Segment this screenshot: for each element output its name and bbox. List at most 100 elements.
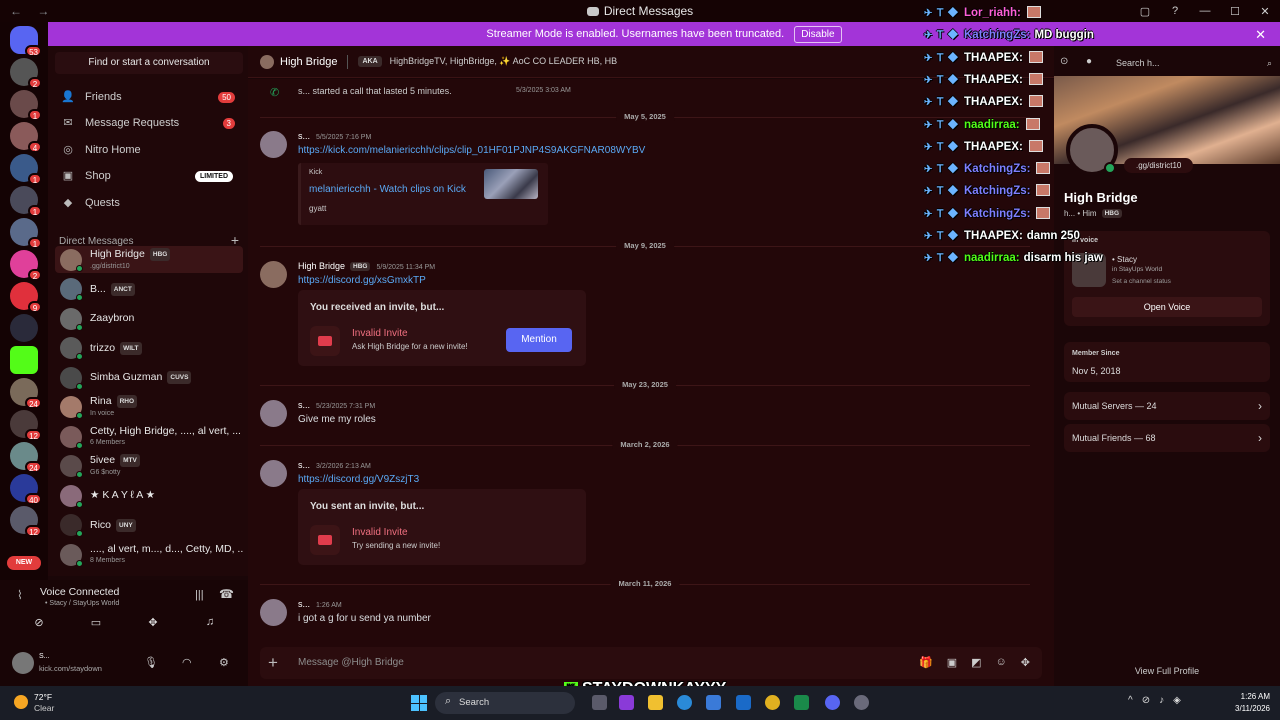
server-icon[interactable]: 9 (10, 282, 42, 313)
discord-taskbar-icon[interactable] (825, 695, 840, 710)
minimize-button[interactable]: — (1190, 5, 1220, 17)
dm-list-item[interactable]: Rina RHO In voice (55, 394, 243, 421)
inbox-icon[interactable]: ▢ (1130, 5, 1160, 18)
avatar[interactable] (260, 599, 287, 626)
noise-suppression-icon[interactable]: ||| (195, 589, 204, 601)
dm-list-item[interactable]: ★ K A Y ℓ A ★ (55, 482, 243, 509)
task-view-icon[interactable] (592, 695, 607, 710)
find-conversation-button[interactable]: Find or start a conversation (55, 52, 243, 74)
avatar[interactable] (260, 460, 287, 487)
edge-icon[interactable] (677, 695, 692, 710)
screen-share-icon[interactable]: ▭ (83, 616, 109, 634)
server-icon[interactable]: 2 (10, 250, 42, 281)
dm-list-item[interactable]: Rico UNY (55, 512, 243, 539)
mail-app-icon[interactable] (736, 695, 751, 710)
chrome-icon[interactable] (765, 695, 780, 710)
file-explorer-icon[interactable] (648, 695, 663, 710)
server-icon[interactable]: 12 (10, 410, 42, 441)
gift-icon[interactable]: 🎁 (919, 656, 933, 669)
voice-channel-label[interactable]: • Stacy / StayUps World (45, 600, 119, 607)
dm-list-item[interactable]: 5ivee MTV G6 $notty (55, 453, 243, 480)
channel-status-label[interactable]: Set a channel status (1112, 278, 1171, 285)
embed-title[interactable]: melaniericchh - Watch clips on Kick (309, 184, 466, 195)
embed-thumbnail[interactable] (484, 169, 538, 199)
message-link[interactable]: https://kick.com/melaniericchh/clips/cli… (298, 145, 645, 156)
message-input[interactable]: + Message @High Bridge 🎁 ▣ ◩ ☺ ✥ (260, 647, 1042, 679)
message-link[interactable]: https://discord.gg/V9ZszjT3 (298, 474, 419, 485)
taskbar-search[interactable]: ⌕ Search (435, 692, 575, 714)
avatar[interactable] (12, 652, 34, 674)
author-name[interactable]: s... (298, 131, 310, 141)
activities-icon[interactable]: ✥ (140, 616, 166, 634)
dm-list-item[interactable]: Simba Guzman CUVS (55, 364, 243, 391)
author-name[interactable]: s... (298, 460, 310, 470)
mention-button[interactable]: Mention (506, 328, 572, 352)
sticker-icon[interactable]: ◩ (971, 656, 981, 669)
store-icon[interactable] (706, 695, 721, 710)
server-icon[interactable]: 24 (10, 442, 42, 473)
author-name[interactable]: High Bridge (298, 261, 345, 271)
view-full-profile-link[interactable]: View Full Profile (1054, 666, 1280, 676)
author-name[interactable]: s... (298, 400, 310, 410)
sidebar-item-message-requests[interactable]: ✉ Message Requests 3 (55, 110, 243, 136)
apps-icon[interactable]: ✥ (1021, 656, 1030, 669)
open-voice-button[interactable]: Open Voice (1072, 297, 1262, 317)
signal-icon[interactable]: ⌇ (17, 588, 23, 602)
avatar[interactable] (260, 261, 287, 288)
server-icon[interactable]: 1 (10, 218, 42, 249)
settings-app-icon[interactable] (854, 695, 869, 710)
banner-close-icon[interactable]: ✕ (1255, 27, 1266, 43)
gif-icon[interactable]: ▣ (947, 656, 957, 669)
windows-start-icon[interactable] (411, 695, 427, 711)
settings-gear-icon[interactable]: ⚙ (219, 656, 229, 669)
system-tray[interactable]: ^⊘♪◈ (1128, 695, 1190, 706)
embed-provider[interactable]: Kick (309, 169, 322, 176)
message-link[interactable]: https://discord.gg/xsGmxkTP (298, 275, 426, 286)
camera-off-icon[interactable]: ⊘ (26, 616, 52, 634)
server-icon[interactable] (10, 314, 38, 342)
emoji-icon[interactable]: ☺ (996, 656, 1007, 669)
dm-list-item[interactable]: B... ANCT (55, 276, 243, 303)
maximize-button[interactable]: ☐ (1220, 5, 1250, 18)
soundboard-icon[interactable]: ♫ (197, 616, 223, 634)
server-icon[interactable]: 1 (10, 90, 42, 121)
server-icon[interactable]: 24 (10, 378, 42, 409)
sidebar-item-nitro[interactable]: ◎ Nitro Home (55, 137, 243, 163)
dm-list-item[interactable]: ...., al vert, m..., d..., Cetty, MD, ..… (55, 541, 243, 568)
home-button[interactable]: 53 (10, 26, 42, 57)
close-button[interactable]: ✕ (1250, 5, 1280, 18)
dm-list-item[interactable]: High Bridge HBG .gg/district10 (55, 246, 243, 273)
headphones-icon[interactable]: ◠ (182, 656, 192, 669)
excel-icon[interactable] (794, 695, 809, 710)
taskbar-clock[interactable]: 1:26 AM 3/11/2026 (1235, 691, 1270, 715)
server-icon[interactable]: 4 (10, 122, 42, 153)
avatar[interactable] (260, 131, 287, 158)
microphone-icon[interactable]: 🎙 (144, 656, 158, 669)
help-icon[interactable]: ? (1160, 5, 1190, 17)
dm-list-item[interactable]: Cetty, High Bridge, ...., al vert, ... 6 … (55, 423, 243, 450)
server-icon[interactable]: 1 (10, 186, 42, 217)
server-icon[interactable]: 40 (10, 474, 42, 505)
sidebar-item-shop[interactable]: ▣ Shop LIMITED (55, 163, 243, 189)
app-icon[interactable] (619, 695, 634, 710)
disconnect-icon[interactable]: ☎ (219, 587, 234, 601)
server-icon[interactable]: 12 (10, 506, 42, 537)
server-icon[interactable]: 1 (10, 154, 42, 185)
mutual-servers-row[interactable]: Mutual Servers — 24 › (1064, 392, 1270, 420)
mutual-friends-row[interactable]: Mutual Friends — 68 › (1064, 424, 1270, 452)
kick-server-icon[interactable] (10, 346, 38, 374)
disable-button[interactable]: Disable (794, 25, 842, 43)
dm-list-item[interactable]: Zaaybron (55, 305, 243, 332)
dm-list-item[interactable]: trizzo WILT (55, 335, 243, 362)
avatar[interactable] (260, 400, 287, 427)
sidebar-item-friends[interactable]: 👤 Friends 50 (55, 84, 243, 110)
sidebar-item-quests[interactable]: ◆ Quests (55, 190, 243, 216)
chat-recipient-name[interactable]: High Bridge (280, 56, 337, 68)
new-servers-indicator[interactable]: NEW (7, 550, 41, 578)
attach-plus-icon[interactable]: + (268, 653, 278, 673)
author-name[interactable]: s... (298, 599, 310, 609)
user-panel[interactable]: S... kick.com/staydown 🎙 ◠ ⚙ (12, 650, 242, 676)
search-input[interactable]: Search h... ⌕ (1110, 54, 1274, 72)
server-icon[interactable]: 2 (10, 58, 42, 89)
avatar[interactable] (260, 54, 274, 69)
